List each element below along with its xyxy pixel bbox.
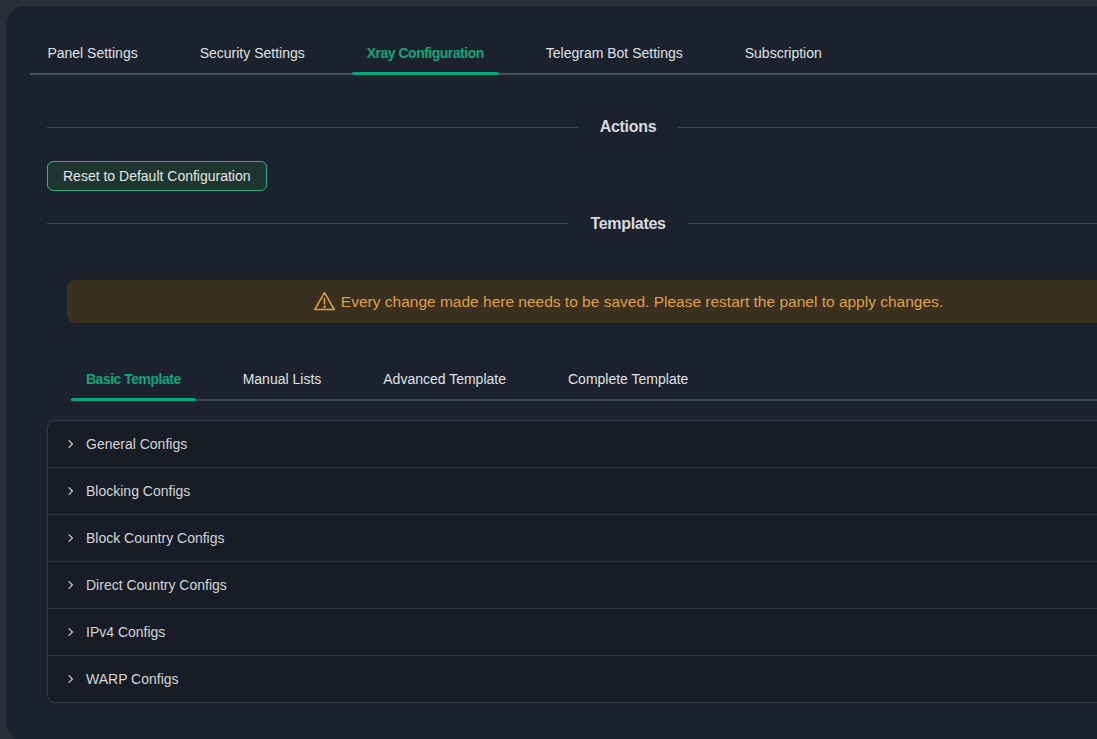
chevron-right-icon [66, 486, 75, 496]
tab-basic-template[interactable]: Basic Template [71, 359, 196, 399]
chevron-right-icon [66, 627, 75, 637]
tab-advanced-template[interactable]: Advanced Template [368, 359, 521, 399]
tab-manual-lists[interactable]: Manual Lists [228, 359, 337, 399]
tab-panel-settings[interactable]: Panel Settings [32, 33, 152, 73]
collapse-panel-label: Block Country Configs [86, 530, 225, 546]
templates-section-divider: Templates [47, 213, 1097, 235]
collapse-panel-label: IPv4 Configs [86, 624, 165, 640]
collapse-panel-warp-configs[interactable]: WARP Configs [48, 656, 1097, 702]
tab-content: Actions Reset to Default Configuration T… [6, 116, 1097, 703]
settings-card: Panel Settings Security Settings Xray Co… [6, 6, 1097, 739]
collapse-panel-direct-country-configs[interactable]: Direct Country Configs [48, 562, 1097, 609]
tab-complete-template[interactable]: Complete Template [553, 359, 703, 399]
restart-warning-text: Every change made here needs to be saved… [341, 293, 943, 311]
tab-telegram-bot-settings[interactable]: Telegram Bot Settings [531, 33, 698, 73]
template-tab-bar: Basic Template Manual Lists Advanced Tem… [71, 359, 1097, 401]
chevron-right-icon [66, 580, 75, 590]
collapse-panel-block-country-configs[interactable]: Block Country Configs [48, 515, 1097, 562]
collapse-panel-ipv4-configs[interactable]: IPv4 Configs [48, 609, 1097, 656]
chevron-right-icon [66, 439, 75, 449]
tab-security-settings[interactable]: Security Settings [185, 33, 320, 73]
reset-to-default-button[interactable]: Reset to Default Configuration [47, 161, 267, 191]
collapse-panel-general-configs[interactable]: General Configs [48, 421, 1097, 468]
tab-subscription[interactable]: Subscription [730, 33, 837, 73]
settings-tab-bar: Panel Settings Security Settings Xray Co… [30, 33, 1097, 75]
chevron-right-icon [66, 674, 75, 684]
tab-xray-configuration[interactable]: Xray Configuration [352, 33, 499, 73]
templates-section-title: Templates [590, 213, 665, 235]
page: Panel Settings Security Settings Xray Co… [0, 0, 1097, 739]
actions-section-title: Actions [600, 116, 657, 138]
warning-triangle-icon [313, 290, 336, 313]
collapse-panel-label: Blocking Configs [86, 483, 190, 499]
actions-section-divider: Actions [47, 116, 1097, 138]
collapse-panel-label: Direct Country Configs [86, 577, 227, 593]
configs-collapse: General Configs Blocking Configs Block C… [47, 420, 1097, 703]
collapse-panel-blocking-configs[interactable]: Blocking Configs [48, 468, 1097, 515]
collapse-panel-label: General Configs [86, 436, 187, 452]
collapse-panel-label: WARP Configs [86, 671, 179, 687]
chevron-right-icon [66, 533, 75, 543]
restart-warning-alert: Every change made here needs to be saved… [67, 280, 1097, 323]
